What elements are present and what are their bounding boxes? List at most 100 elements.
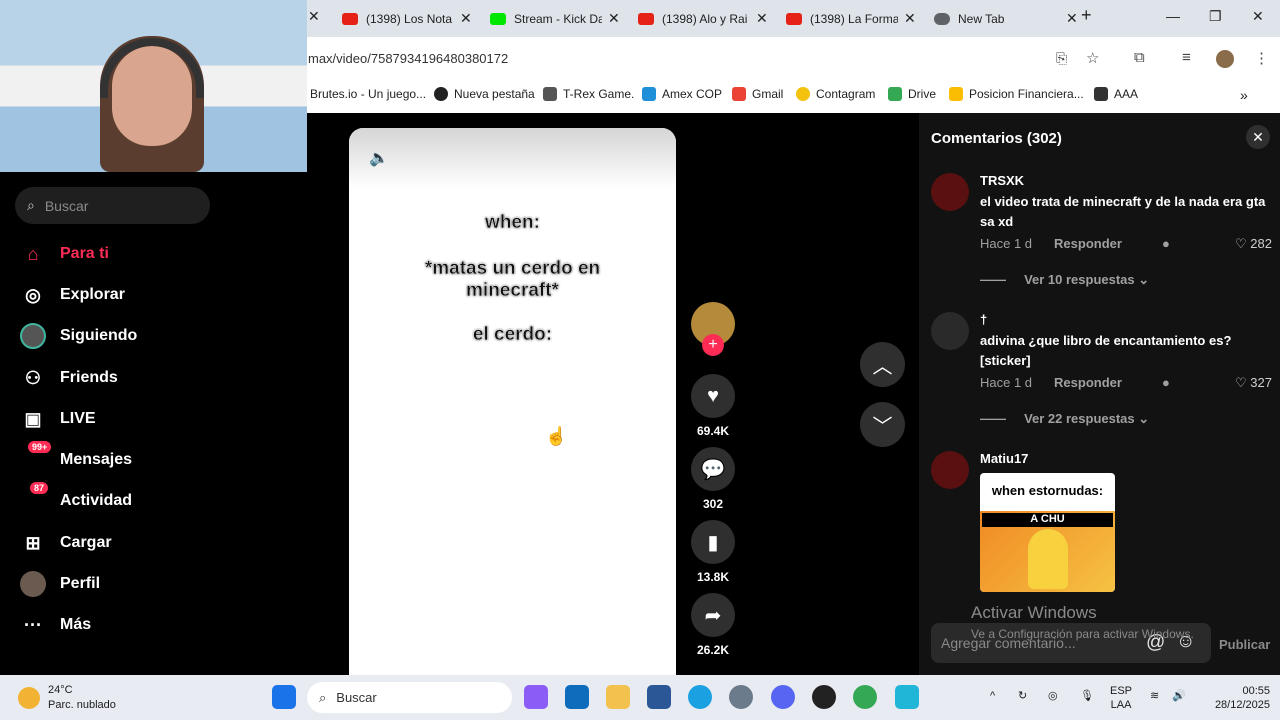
taskbar-search[interactable]: ⌕ Buscar — [307, 682, 512, 713]
reply-button[interactable]: Responder — [1054, 236, 1122, 252]
comment-icon[interactable]: 💬 — [691, 447, 735, 491]
bookmark-trex[interactable]: T-Rex Game. — [543, 87, 634, 101]
creator-avatar[interactable]: + — [690, 302, 736, 356]
sidebar-item-explorar[interactable]: ◎ Explorar — [20, 280, 280, 310]
sidebar-item-actividad[interactable]: 87 Actividad — [20, 482, 280, 516]
follow-plus-icon[interactable]: + — [702, 334, 724, 356]
language-indicator[interactable]: ESP LAA — [1110, 684, 1132, 712]
publish-button[interactable]: Publicar — [1219, 637, 1270, 652]
weather-widget[interactable]: 24°C Parc. nublado — [18, 683, 116, 713]
avatar[interactable] — [931, 451, 969, 489]
obs-icon[interactable] — [812, 685, 836, 709]
tab-close-icon[interactable]: ✕ — [308, 8, 320, 25]
close-icon[interactable]: ✕ — [756, 10, 768, 27]
bookmark-gmail[interactable]: Gmail — [732, 87, 783, 101]
search-icon: ⌕ — [27, 197, 35, 213]
sidebar-item-siguiendo[interactable]: Siguiendo — [20, 321, 280, 351]
volume-icon[interactable]: 🔈 — [369, 148, 389, 168]
copilot-icon[interactable] — [524, 685, 548, 709]
close-comments-button[interactable]: ✕ — [1246, 125, 1270, 149]
previous-video-button[interactable]: ︿ — [860, 342, 905, 387]
sidebar-item-cargar[interactable]: ⊞ Cargar — [20, 528, 280, 558]
bookmark-brutes[interactable]: Brutes.io - Un juego... — [310, 87, 426, 101]
comment-action[interactable]: 💬 302 — [690, 447, 736, 511]
comment-username[interactable]: TRSXK — [980, 173, 1024, 188]
app-f-icon[interactable] — [895, 685, 919, 709]
messages-badge: 99+ — [28, 441, 52, 453]
bookmark-posicion[interactable]: Posicion Financiera... — [949, 87, 1084, 101]
view-replies-button[interactable]: —— Ver 22 respuestas ⌄ — [980, 411, 1149, 427]
avatar[interactable] — [931, 173, 969, 211]
chrome-icon[interactable] — [853, 685, 877, 709]
close-icon[interactable]: ✕ — [608, 10, 620, 27]
install-icon[interactable]: ⎘ — [1056, 50, 1067, 67]
sync-icon[interactable]: ↻ — [1018, 689, 1027, 703]
store-icon[interactable] — [647, 685, 671, 709]
search-input[interactable]: ⌕ Buscar — [15, 187, 210, 224]
video-player[interactable]: 🔈 ··· when: *matas un cerdo en minecraft… — [349, 128, 676, 676]
wifi-icon[interactable]: ≋ — [1150, 689, 1159, 703]
close-icon[interactable]: ✕ — [1066, 10, 1078, 27]
bookmark-aaa[interactable]: AAA — [1094, 87, 1138, 101]
sidebar-item-mas[interactable]: ··· Más — [20, 610, 280, 640]
comment-username[interactable]: Matiu17 — [980, 451, 1028, 466]
discord-icon[interactable] — [771, 685, 795, 709]
network-icon[interactable]: ◎ — [1048, 689, 1058, 703]
volume-icon[interactable]: 🔊 — [1172, 689, 1186, 703]
bookmark-amex[interactable]: Amex COP — [642, 87, 722, 101]
sidebar-item-label: Siguiendo — [60, 327, 138, 344]
comment-sticker-image[interactable]: when estornudas: A CHU — [980, 473, 1115, 592]
new-tab-button[interactable]: + — [1081, 5, 1092, 26]
tab-new-tab[interactable]: New Tab ✕ — [934, 6, 1078, 31]
reply-button[interactable]: Responder — [1054, 375, 1122, 391]
file-explorer-icon[interactable] — [606, 685, 630, 709]
tab-alo-y-rai[interactable]: (1398) Alo y Rai ✕ — [638, 6, 768, 31]
avatar[interactable] — [931, 312, 969, 350]
sidebar-item-live[interactable]: ▣ LIVE — [20, 404, 280, 434]
bookmark-nueva-pestana[interactable]: Nueva pestaña — [434, 87, 535, 101]
minimize-icon[interactable]: — — [1166, 8, 1180, 24]
sidebar-item-label: Cargar — [60, 534, 112, 551]
profile-avatar-icon[interactable] — [1216, 50, 1234, 68]
address-bar[interactable]: max/video/7587934196480380172 ⎘ ☆ ⧉ ≡ ⋮ — [300, 37, 1280, 80]
sidebar-item-para-ti[interactable]: ⌂ Para ti — [20, 239, 280, 269]
settings-gear-icon[interactable] — [729, 685, 753, 709]
sidebar-item-perfil[interactable]: Perfil — [20, 569, 280, 599]
like-action[interactable]: ♥ 69.4K — [690, 374, 736, 438]
comment-username[interactable]: † — [980, 312, 987, 327]
more-bookmarks-icon[interactable]: » — [1240, 87, 1248, 103]
clock[interactable]: 00:55 28/12/2025 — [1200, 684, 1270, 712]
like-comment-button[interactable]: ♡ 282 — [1235, 236, 1272, 252]
tab-kick[interactable]: Stream - Kick Da ✕ — [490, 6, 620, 31]
outlook-icon[interactable] — [565, 685, 589, 709]
share-action[interactable]: ➦ 26.2K — [690, 593, 736, 657]
restore-icon[interactable]: ❐ — [1209, 8, 1222, 25]
share-icon[interactable]: ➦ — [691, 593, 735, 637]
bookmark-contagram[interactable]: Contagram — [796, 87, 875, 101]
star-icon[interactable]: ☆ — [1086, 49, 1099, 67]
sidebar-item-mensajes[interactable]: 99+ Mensajes — [20, 441, 280, 475]
close-icon[interactable]: ✕ — [904, 10, 916, 27]
bookmark-icon[interactable]: ▮ — [691, 520, 735, 564]
heart-icon[interactable]: ♥ — [691, 374, 735, 418]
comments-panel: Comentarios (302) ✕ TRSXK el video trata… — [919, 113, 1280, 675]
next-video-button[interactable]: ﹀ — [860, 402, 905, 447]
url-text[interactable]: max/video/7587934196480380172 — [308, 51, 508, 66]
extensions-icon[interactable]: ⧉ — [1134, 49, 1145, 66]
tab-la-forma[interactable]: (1398) La Forma ✕ — [786, 6, 916, 31]
tab-los-nota[interactable]: (1398) Los Nota ✕ — [342, 6, 472, 31]
microphone-icon[interactable]: 🎙 — [1080, 689, 1094, 703]
menu-kebab-icon[interactable]: ⋮ — [1254, 49, 1269, 67]
bookmark-drive[interactable]: Drive — [888, 87, 936, 101]
like-comment-button[interactable]: ♡ 327 — [1235, 375, 1272, 391]
media-icon[interactable]: ≡ — [1182, 49, 1191, 66]
chevron-up-icon[interactable]: ^ — [990, 689, 995, 703]
more-options-icon[interactable]: ··· — [637, 146, 653, 164]
edge-icon[interactable] — [688, 685, 712, 709]
start-icon[interactable] — [272, 685, 296, 709]
window-close-icon[interactable]: ✕ — [1252, 8, 1264, 25]
close-icon[interactable]: ✕ — [460, 10, 472, 27]
save-action[interactable]: ▮ 13.8K — [690, 520, 736, 584]
view-replies-button[interactable]: —— Ver 10 respuestas ⌄ — [980, 272, 1149, 288]
sidebar-item-friends[interactable]: ⚇ Friends — [20, 363, 280, 393]
